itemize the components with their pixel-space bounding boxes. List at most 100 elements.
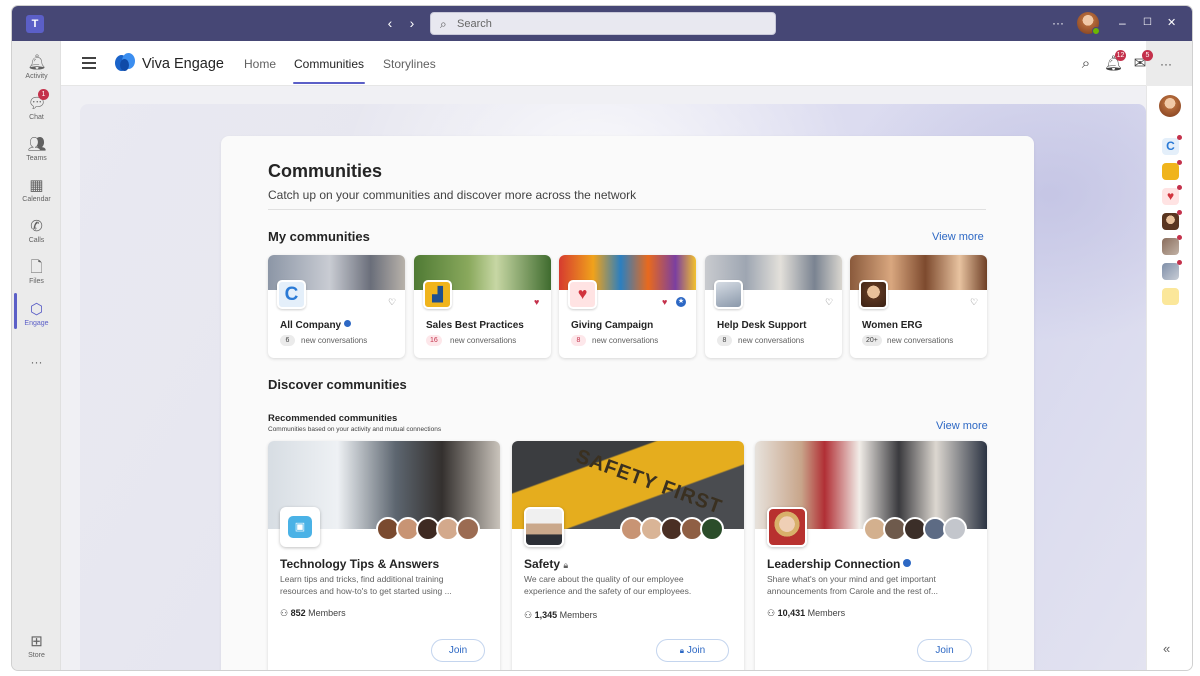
heart-outline-icon[interactable]: ♡ (388, 297, 396, 307)
community-name: Giving Campaign (571, 320, 654, 331)
rail-item-calendar[interactable]: ▦ Calendar (12, 173, 61, 211)
page-subtitle: Catch up on your communities and discove… (268, 188, 637, 202)
safety-first-graphic: SAFETY FIRST (573, 445, 726, 519)
safety-logo (524, 507, 564, 547)
divider (268, 209, 986, 210)
verified-badge-icon (344, 320, 352, 327)
leadership-logo (767, 507, 807, 547)
view-more-link[interactable]: View more (932, 231, 984, 243)
new-conversations-label: new conversations (738, 336, 805, 345)
phone-icon: ✆ (30, 218, 43, 235)
community-card-giving-campaign[interactable]: ♥ ♥ ★ Giving Campaign 8 new conversation… (559, 255, 696, 358)
rail-more-apps[interactable]: ··· (12, 349, 61, 369)
community-app-icon[interactable] (1162, 263, 1179, 280)
members-icon: ⚇ (280, 608, 289, 618)
recommended-communities-title: Recommended communities (268, 413, 398, 424)
join-button[interactable]: Join (917, 639, 972, 662)
rail-label: Store (28, 652, 45, 659)
maximize-button[interactable]: ☐ (1143, 16, 1152, 30)
close-button[interactable]: ✕ (1167, 16, 1176, 30)
more-options-button[interactable]: ··· (1052, 16, 1064, 30)
heart-outline-icon[interactable]: ♡ (970, 297, 978, 307)
community-name: Safety 🔒︎ (524, 557, 569, 571)
giving-campaign-logo: ♥ (568, 280, 597, 309)
search-input[interactable]: ⌕ Search (430, 12, 776, 35)
rail-label: Teams (26, 155, 47, 162)
community-card-women-erg[interactable]: ♡ Women ERG 20+ new conversations (850, 255, 987, 358)
member-count: ⚇ 852 Members (280, 608, 346, 618)
rail-item-activity[interactable]: 🔔︎ Activity (12, 50, 61, 88)
members-icon: ⚇ (524, 610, 533, 620)
join-button[interactable]: 🔒︎ Join (656, 639, 729, 662)
join-button[interactable]: Join (431, 639, 485, 662)
rail-item-calls[interactable]: ✆ Calls (12, 214, 61, 252)
community-name: All Company (280, 320, 352, 331)
lock-icon: 🔒︎ (563, 560, 569, 570)
giving-app-icon[interactable]: ♥ (1162, 188, 1179, 205)
member-avatar (943, 517, 967, 541)
search-placeholder: Search (457, 18, 492, 30)
member-avatar (456, 517, 480, 541)
new-conversations-label: new conversations (301, 336, 368, 345)
page-title: Communities (268, 161, 383, 181)
unread-dot (1177, 210, 1182, 215)
community-description: We care about the quality of our employe… (524, 574, 692, 596)
unread-dot (1177, 235, 1182, 240)
community-name: Sales Best Practices (426, 320, 524, 331)
unread-dot (1177, 185, 1182, 190)
new-conversations-count: 8 (571, 335, 586, 346)
discover-card-technology-tips[interactable]: ▣ Technology Tips & Answers Learn tips a… (268, 441, 500, 670)
rail-item-store[interactable]: ⊞ Store (12, 629, 61, 667)
women-erg-logo (859, 280, 888, 309)
tab-home[interactable]: Home (244, 57, 276, 71)
rail-item-teams[interactable]: 👥︎ Teams (12, 132, 61, 170)
unread-dot (1177, 135, 1182, 140)
chat-badge: 1 (38, 89, 49, 100)
user-avatar[interactable] (1159, 95, 1181, 117)
view-more-link[interactable]: View more (936, 420, 988, 432)
sales-best-practices-logo: ▟ (423, 280, 452, 309)
heart-outline-icon[interactable]: ♡ (825, 297, 833, 307)
women-erg-app-icon[interactable] (1162, 213, 1179, 230)
discover-card-leadership-connection[interactable]: Leadership Connection Share what's on yo… (755, 441, 987, 670)
rail-label: Chat (29, 114, 44, 121)
rail-label: Calls (28, 237, 45, 244)
my-communities-heading: My communities (268, 229, 370, 244)
minimize-button[interactable]: – (1119, 16, 1126, 30)
new-conversations-count: 20+ (862, 335, 882, 346)
member-count: ⚇ 1,345 Members (524, 610, 598, 620)
unread-dot (1177, 160, 1182, 165)
community-card-help-desk-support[interactable]: ♡ Help Desk Support 8 new conversations (705, 255, 842, 358)
recommended-communities-subtitle: Communities based on your activity and m… (268, 426, 442, 433)
rail-label: Activity (25, 73, 48, 80)
teams-window: T ‹ › ⌕ Search ··· – ☐ ✕ 🔔︎ Activity 💬︎ … (12, 6, 1192, 670)
engage-header: Viva Engage Home Communities Storylines … (61, 41, 1172, 86)
tab-communities[interactable]: Communities (294, 57, 364, 71)
rail-label: Engage (24, 320, 49, 327)
rail-item-chat[interactable]: 💬︎ Chat 1 (12, 89, 61, 129)
community-card-all-company[interactable]: C ♡ All Company 6 new conversations (268, 255, 405, 358)
back-arrow-icon[interactable]: ‹ (382, 15, 398, 31)
forward-arrow-icon[interactable]: › (404, 15, 420, 31)
rail-item-engage[interactable]: ⬡ Engage (12, 297, 61, 335)
discover-card-safety[interactable]: SAFETY FIRST Safety 🔒︎ We care about the… (512, 441, 744, 670)
file-icon: 🗋︎ (30, 259, 43, 276)
teams-logo-icon: T (26, 15, 44, 33)
new-conversations-label: new conversations (592, 336, 659, 345)
inbox-badge: 5 (1142, 50, 1153, 61)
all-company-logo: C (277, 280, 306, 309)
heart-filled-icon[interactable]: ♥ (534, 297, 539, 307)
more-options-button[interactable]: ··· (1157, 55, 1175, 73)
collapse-chevron-icon[interactable]: « (1163, 641, 1170, 656)
community-card-sales-best-practices[interactable]: ▟ ♥ Sales Best Practices 16 new conversa… (414, 255, 551, 358)
communities-panel: Communities Catch up on your communities… (221, 136, 1034, 670)
search-icon[interactable]: ⌕ (1077, 55, 1095, 73)
all-company-app-icon[interactable]: C (1162, 138, 1179, 155)
rail-item-files[interactable]: 🗋︎ Files (12, 255, 61, 293)
community-app-icon[interactable] (1162, 238, 1179, 255)
heart-filled-icon[interactable]: ♥ (662, 297, 667, 307)
sales-app-icon[interactable] (1162, 163, 1179, 180)
tab-storylines[interactable]: Storylines (383, 57, 436, 71)
community-app-icon[interactable] (1162, 288, 1179, 305)
hamburger-menu-icon[interactable] (82, 57, 96, 69)
